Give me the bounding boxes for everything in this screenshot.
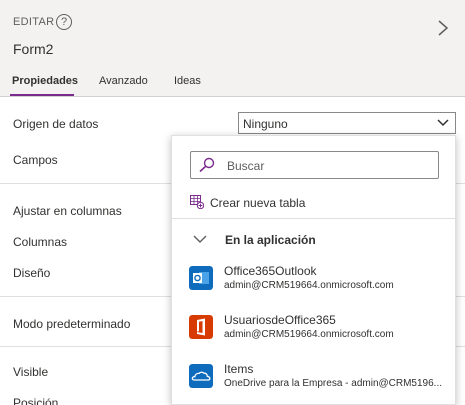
form-name: Form2 <box>13 41 54 57</box>
panel-header: EDITAR ? Form2 Propiedades Avanzado Idea… <box>0 0 465 97</box>
item-title: UsuariosdeOffice365 <box>224 313 336 327</box>
list-item[interactable]: Office365Outlook admin@CRM519664.onmicro… <box>172 262 455 298</box>
item-subtitle: OneDrive para la Empresa - admin@CRM5196… <box>224 378 443 389</box>
data-source-select[interactable]: Ninguno <box>238 112 456 134</box>
section-label: En la aplicación <box>225 233 316 247</box>
create-table-label: Crear nueva tabla <box>210 196 306 210</box>
visible-label: Visible <box>13 365 49 379</box>
search-input[interactable]: Buscar <box>190 151 439 179</box>
item-title: Office365Outlook <box>224 264 317 278</box>
columns-label: Columnas <box>13 235 68 249</box>
tab-avanzado[interactable]: Avanzado <box>99 75 148 87</box>
active-tab-indicator <box>10 94 74 96</box>
outlook-icon <box>189 266 213 290</box>
divider <box>172 218 455 219</box>
item-subtitle: admin@CRM519664.onmicrosoft.com <box>224 329 394 340</box>
chevron-right-icon[interactable] <box>436 19 450 37</box>
tab-propiedades[interactable]: Propiedades <box>12 75 78 87</box>
item-subtitle: admin@CRM519664.onmicrosoft.com <box>224 280 394 291</box>
data-source-dropdown: Buscar Crear nueva tabla En la aplicació… <box>171 135 456 405</box>
chevron-down-icon <box>437 119 449 127</box>
chevron-down-icon <box>193 235 207 243</box>
create-table-button[interactable]: Crear nueva tabla <box>190 195 390 211</box>
search-placeholder: Buscar <box>227 159 265 173</box>
item-title: Items <box>224 362 254 376</box>
section-in-app-toggle[interactable]: En la aplicación <box>190 232 410 248</box>
office-icon <box>189 315 213 339</box>
onedrive-icon <box>189 364 213 388</box>
list-item[interactable]: UsuariosdeOffice365 admin@CRM519664.onmi… <box>172 311 455 347</box>
layout-label: Diseño <box>13 266 51 280</box>
help-icon[interactable]: ? <box>56 14 72 30</box>
snap-to-columns-label: Ajustar en columnas <box>13 204 122 218</box>
list-item[interactable]: Items OneDrive para la Empresa - admin@C… <box>172 360 455 396</box>
default-mode-label: Modo predeterminado <box>13 317 131 331</box>
tab-ideas[interactable]: Ideas <box>174 75 201 87</box>
data-source-value: Ninguno <box>243 117 288 131</box>
edit-label: EDITAR <box>13 16 55 28</box>
position-label: Posición <box>13 396 59 405</box>
search-icon <box>199 157 215 173</box>
data-source-label: Origen de datos <box>13 117 99 131</box>
add-table-icon <box>190 195 204 209</box>
tab-bar: Propiedades Avanzado Ideas <box>0 70 465 97</box>
fields-label[interactable]: Campos <box>13 153 58 167</box>
